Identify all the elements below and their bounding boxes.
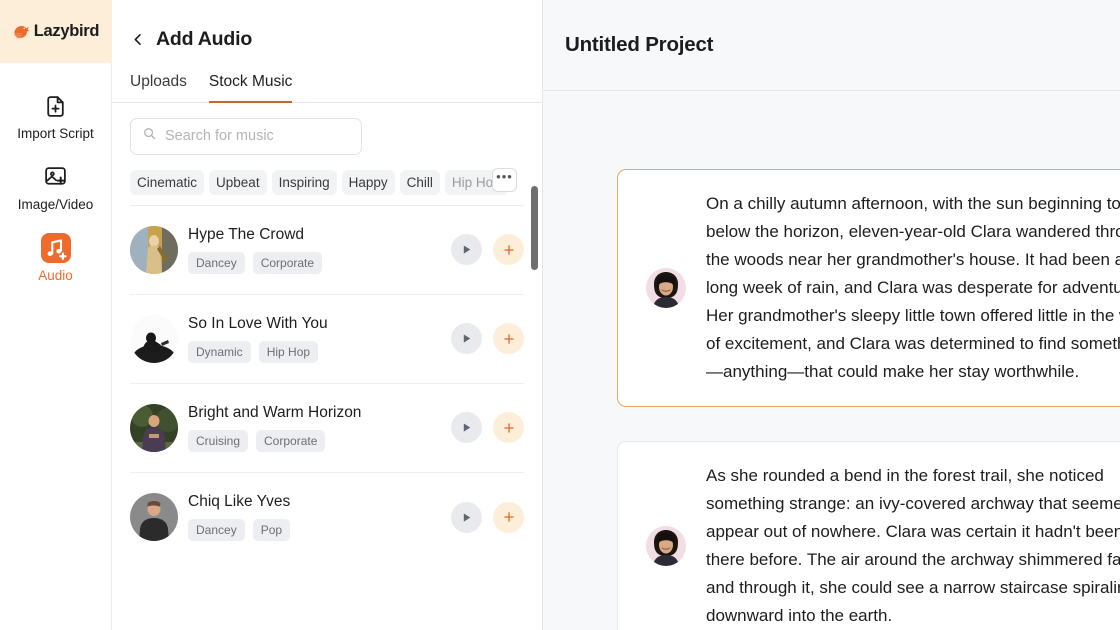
project-area: Untitled Project On a chilly autumn afte… [543, 0, 1120, 630]
stock-music-list: Hype The Crowd Dancey Corporate [112, 206, 542, 630]
brand-name: Lazybird [34, 22, 99, 41]
sidebar-item-label: Import Script [17, 127, 94, 142]
track-row[interactable]: So In Love With You Dynamic Hip Hop [130, 295, 524, 384]
play-icon [460, 511, 473, 524]
track-title: Hype The Crowd [188, 226, 441, 244]
track-tags: Dancey Corporate [188, 252, 441, 274]
track-row[interactable]: Hype The Crowd Dancey Corporate [130, 206, 524, 295]
track-tags: Dynamic Hip Hop [188, 341, 441, 363]
track-thumbnail [130, 404, 178, 452]
chip-upbeat[interactable]: Upbeat [209, 170, 267, 195]
panel-title: Add Audio [156, 28, 252, 51]
play-icon [460, 243, 473, 256]
brand-logo[interactable]: Lazybird [0, 0, 112, 63]
chevron-left-icon[interactable] [130, 30, 146, 50]
plus-icon [502, 243, 516, 257]
track-row[interactable]: Chiq Like Yves Dancey Pop [130, 473, 524, 562]
track-title: Chiq Like Yves [188, 493, 441, 511]
track-tag: Corporate [256, 430, 325, 452]
track-thumbnail [130, 226, 178, 274]
track-thumbnail [130, 493, 178, 541]
lazybird-logo-icon [12, 22, 31, 41]
panel-header: Add Audio [112, 0, 542, 63]
play-button[interactable] [451, 323, 482, 354]
track-tag: Hip Hop [259, 341, 318, 363]
play-icon [460, 332, 473, 345]
play-button[interactable] [451, 502, 482, 533]
avatar [646, 268, 686, 308]
track-tag: Dancey [188, 252, 245, 274]
left-rail: Lazybird Import Script [0, 0, 112, 630]
plus-icon [502, 332, 516, 346]
chips-overflow-button[interactable]: ••• [492, 168, 517, 192]
script-blocks: On a chilly autumn afternoon, with the s… [543, 91, 1120, 630]
plus-icon [502, 421, 516, 435]
play-button[interactable] [451, 412, 482, 443]
play-button[interactable] [451, 234, 482, 265]
sidebar-item-label: Audio [38, 269, 73, 284]
app-root: Lazybird Import Script [0, 0, 1120, 630]
track-meta: So In Love With You Dynamic Hip Hop [188, 315, 441, 363]
script-block[interactable]: As she rounded a bend in the forest trai… [617, 441, 1120, 630]
sidebar-item-audio[interactable]: Audio [7, 233, 105, 284]
chip-chill[interactable]: Chill [400, 170, 440, 195]
rail-nav: Import Script Image/Video [0, 63, 112, 284]
add-track-button[interactable] [493, 502, 524, 533]
search-row [112, 103, 542, 155]
chip-happy[interactable]: Happy [342, 170, 395, 195]
track-title: Bright and Warm Horizon [188, 404, 441, 422]
add-track-button[interactable] [493, 412, 524, 443]
avatar [646, 526, 686, 566]
track-actions [451, 323, 524, 354]
script-text: On a chilly autumn afternoon, with the s… [706, 190, 1120, 386]
sidebar-item-image-video[interactable]: Image/Video [7, 162, 105, 213]
track-tag: Pop [253, 519, 290, 541]
search-icon [142, 126, 157, 146]
add-track-button[interactable] [493, 323, 524, 354]
add-track-button[interactable] [493, 234, 524, 265]
panel-scrollbar[interactable] [531, 183, 538, 623]
plus-icon [502, 510, 516, 524]
sidebar-item-label: Image/Video [18, 198, 94, 213]
track-tags: Dancey Pop [188, 519, 441, 541]
file-plus-icon [41, 91, 71, 121]
track-tag: Dancey [188, 519, 245, 541]
tab-uploads[interactable]: Uploads [130, 73, 187, 103]
track-meta: Hype The Crowd Dancey Corporate [188, 226, 441, 274]
track-meta: Chiq Like Yves Dancey Pop [188, 493, 441, 541]
track-thumbnail [130, 315, 178, 363]
track-actions [451, 234, 524, 265]
track-actions [451, 502, 524, 533]
page-title[interactable]: Untitled Project [565, 33, 713, 57]
panel-tabs: Uploads Stock Music [112, 73, 542, 103]
image-plus-icon [41, 162, 71, 192]
tab-stock-music[interactable]: Stock Music [209, 73, 293, 103]
project-header: Untitled Project [543, 0, 1120, 91]
genre-chips: Cinematic Upbeat Inspiring Happy Chill H… [112, 155, 542, 199]
script-text: As she rounded a bend in the forest trai… [706, 462, 1120, 630]
chip-inspiring[interactable]: Inspiring [272, 170, 337, 195]
scrollbar-thumb[interactable] [531, 186, 538, 270]
track-tags: Cruising Corporate [188, 430, 441, 452]
play-icon [460, 421, 473, 434]
add-audio-panel: Add Audio Uploads Stock Music Cinematic … [112, 0, 543, 630]
track-actions [451, 412, 524, 443]
music-note-plus-icon [41, 233, 71, 263]
script-block[interactable]: On a chilly autumn afternoon, with the s… [617, 169, 1120, 407]
track-row[interactable]: Bright and Warm Horizon Cruising Corpora… [130, 384, 524, 473]
chip-cinematic[interactable]: Cinematic [130, 170, 204, 195]
track-tag: Cruising [188, 430, 248, 452]
track-tag: Dynamic [188, 341, 251, 363]
sidebar-item-import-script[interactable]: Import Script [7, 91, 105, 142]
track-meta: Bright and Warm Horizon Cruising Corpora… [188, 404, 441, 452]
search-input[interactable] [165, 128, 350, 144]
search-box[interactable] [130, 118, 362, 155]
track-tag: Corporate [253, 252, 322, 274]
track-title: So In Love With You [188, 315, 441, 333]
